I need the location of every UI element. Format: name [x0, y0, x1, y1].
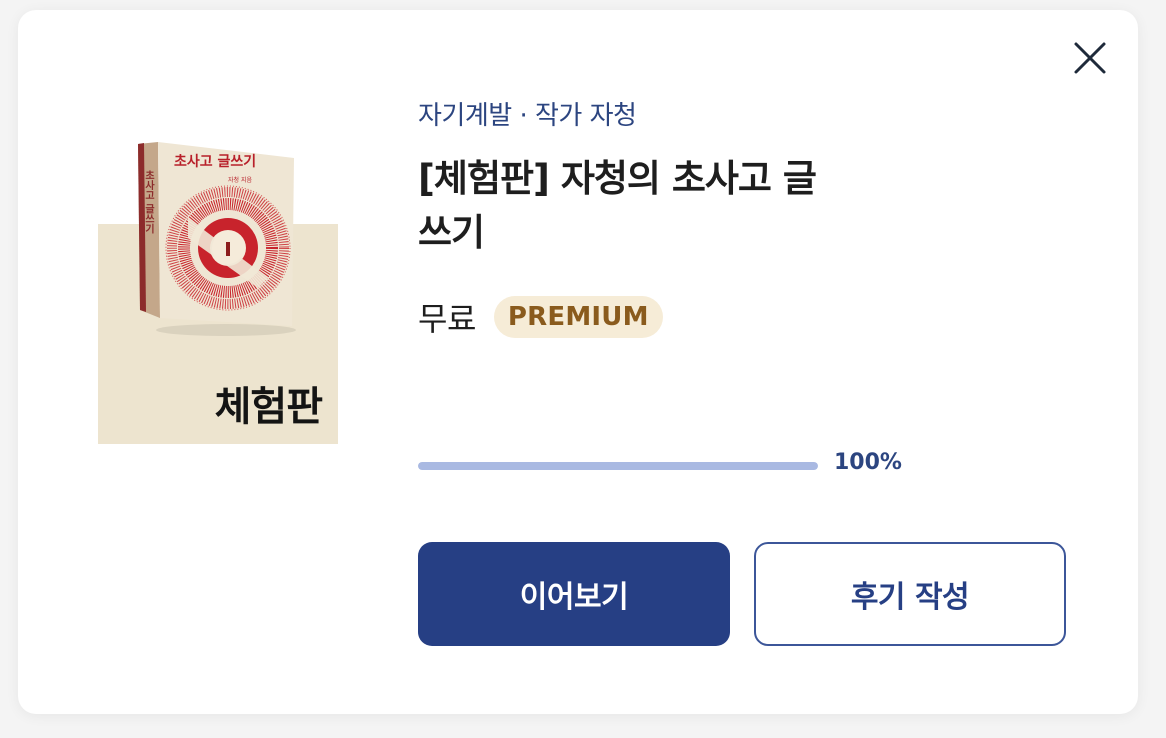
cover-title-text: 초사고 글쓰기 [174, 154, 256, 170]
book-cover-image: 초사고 글쓰기 자청 지음 초사고 글쓰기 [138, 142, 296, 336]
continue-reading-button[interactable]: 이어보기 [418, 542, 730, 646]
book-price: 무료 [418, 300, 476, 338]
premium-badge: PREMIUM [493, 296, 663, 338]
book-title: [체험판] 자청의 초사고 글쓰기 [418, 157, 817, 254]
cover-author-text: 자청 지음 [228, 176, 252, 184]
close-button[interactable] [1070, 38, 1110, 78]
book-info: 자기계발 · 작가 자청 [체험판] 자청의 초사고 글쓰기 무료 PREMIU… [418, 98, 1078, 338]
reading-progress-label: 100% [834, 450, 902, 475]
cover-trial-badge: 체험판 [214, 384, 323, 430]
book-detail-dialog: 초사고 글쓰기 자청 지음 초사고 글쓰기 체험판 자기계발 · 작가 자청 [… [18, 10, 1138, 714]
reading-progress-fill [418, 462, 818, 470]
price-row: 무료 PREMIUM [418, 294, 663, 340]
close-icon [1074, 42, 1106, 74]
book-cover: 초사고 글쓰기 자청 지음 초사고 글쓰기 체험판 [98, 140, 358, 450]
reading-progress-bar [418, 462, 818, 470]
book-category: 자기계발 · 작가 자청 [418, 101, 637, 131]
svg-text:초사고 글쓰기: 초사고 글쓰기 [143, 169, 155, 234]
write-review-button[interactable]: 후기 작성 [754, 542, 1066, 646]
